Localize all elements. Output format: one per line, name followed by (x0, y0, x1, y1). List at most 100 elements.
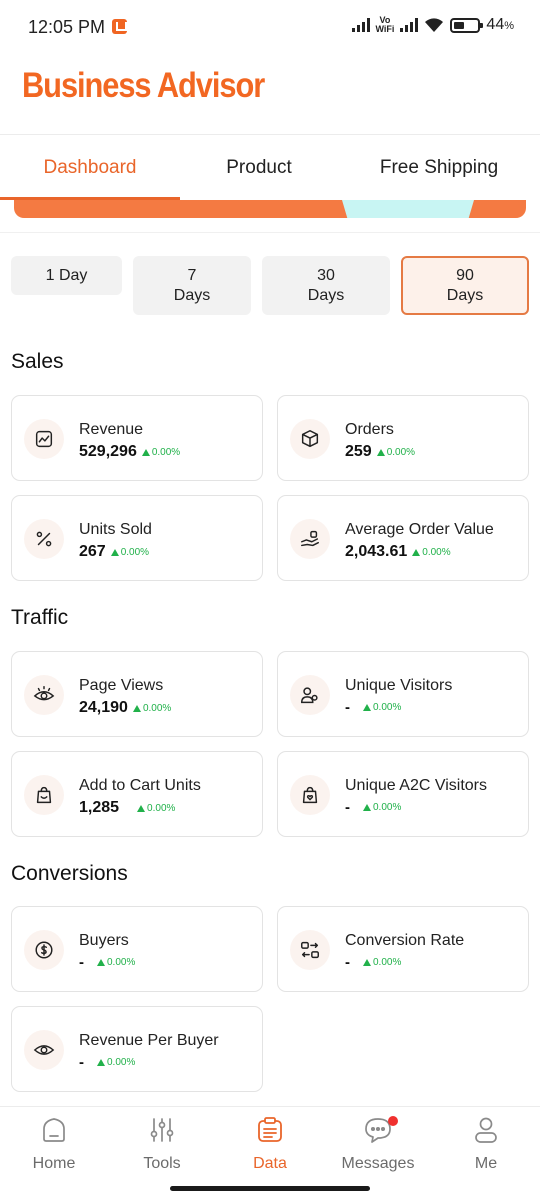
nav-tools[interactable]: Tools (117, 1115, 207, 1173)
period-30-days[interactable]: 30 Days (262, 256, 390, 315)
battery-icon (450, 17, 484, 33)
users-icon (290, 675, 330, 715)
banner-highlight (342, 200, 474, 218)
metric-label: Unique A2C Visitors (345, 777, 487, 794)
box-icon (290, 419, 330, 459)
period-90-days[interactable]: 90 Days (401, 256, 529, 315)
metric-change-value: 0.00% (107, 957, 136, 968)
metric-card-revenue[interactable]: Revenue 529,296 0.00% (11, 395, 263, 481)
metric-card-unique-a2c-visitors[interactable]: Unique A2C Visitors - 0.00% (277, 751, 529, 837)
period-7-days[interactable]: 7 Days (133, 256, 251, 315)
up-arrow-icon (137, 804, 146, 812)
vowifi-icon: Vo WiFi (376, 16, 395, 34)
period-unit: Days (307, 286, 345, 304)
metric-value: - (345, 954, 350, 971)
metric-change: 0.00% (363, 957, 401, 968)
up-arrow-icon (110, 548, 119, 556)
nav-label: Me (474, 1155, 498, 1172)
up-arrow-icon (97, 959, 105, 966)
up-arrow-icon (132, 704, 141, 712)
metric-value: 259 (345, 443, 372, 460)
nav-messages[interactable]: Messages (333, 1115, 423, 1173)
home-icon (43, 1118, 65, 1142)
battery-percent-symbol: % (504, 20, 514, 32)
metric-card-orders[interactable]: Orders 259 0.00% (277, 395, 529, 481)
up-arrow-icon (412, 548, 421, 556)
nav-me[interactable]: Me (441, 1115, 531, 1173)
revenue-chart-icon (24, 419, 64, 459)
metric-card-conversion-rate[interactable]: Conversion Rate - 0.00% (277, 906, 529, 992)
metric-change: 0.00% (363, 702, 401, 713)
notification-icon (112, 19, 127, 34)
period-1-day[interactable]: 1 Day (11, 256, 122, 295)
metric-label: Revenue (79, 421, 144, 438)
metric-card-page-views[interactable]: Page Views 24,190 0.00% (11, 651, 263, 737)
metric-value: 1,285 (79, 799, 120, 816)
period-label: 1 Day (45, 266, 88, 284)
section-title-traffic: Traffic (11, 606, 69, 629)
tab-bar: Dashboard Product Free Shipping (0, 135, 540, 200)
metric-change: 0.00% (141, 446, 181, 458)
metric-change-value: 0.00% (147, 802, 176, 814)
metric-card-units-sold[interactable]: Units Sold 267 0.00% (11, 495, 263, 581)
metric-change: 0.00% (97, 1057, 135, 1068)
period-number: 90 (456, 266, 474, 284)
metric-change-value: 0.00% (373, 702, 402, 713)
up-arrow-icon (97, 1059, 105, 1066)
person-icon (475, 1117, 497, 1143)
metric-label: Buyers (79, 932, 129, 949)
up-arrow-icon (376, 448, 385, 456)
battery-percent-value: 44 (486, 16, 505, 33)
metric-value: 529,296 (79, 443, 137, 460)
period-number: 30 (317, 266, 335, 284)
metric-change-value: 0.00% (422, 546, 451, 558)
metric-label: Orders (345, 421, 394, 438)
metric-card-unique-visitors[interactable]: Unique Visitors - 0.00% (277, 651, 529, 737)
dollar-icon (24, 930, 64, 970)
metric-change: 0.00% (132, 703, 171, 714)
tab-free-shipping[interactable]: Free Shipping (338, 135, 540, 200)
metric-label: Units Sold (79, 521, 152, 538)
notification-badge (388, 1116, 398, 1126)
metric-card-add-to-cart-units[interactable]: Add to Cart Units 1,285 0.00% (11, 751, 263, 837)
metric-card-buyers[interactable]: Buyers - 0.00% (11, 906, 263, 992)
metric-value: - (79, 954, 84, 971)
hand-coin-icon (290, 519, 330, 559)
metric-change: 0.00% (412, 546, 451, 558)
conversion-icon (290, 930, 330, 970)
metric-change-value: 0.00% (386, 446, 416, 458)
period-unit: Days (173, 286, 211, 304)
nav-label: Data (253, 1155, 287, 1172)
home-indicator (170, 1186, 370, 1191)
nav-data[interactable]: Data (225, 1115, 315, 1173)
nav-label: Tools (143, 1155, 181, 1172)
signal-icon (351, 18, 370, 32)
nav-home[interactable]: Home (9, 1115, 99, 1173)
promo-banner[interactable] (14, 200, 526, 218)
metric-card-revenue-per-buyer[interactable]: Revenue Per Buyer - 0.00% (11, 1006, 263, 1092)
metric-value: - (79, 1054, 84, 1071)
nav-label: Home (32, 1155, 76, 1172)
vowifi-bottom: WiFi (375, 24, 395, 34)
nav-label: Messages (341, 1155, 415, 1172)
metric-change: 0.00% (97, 957, 135, 968)
metric-label: Revenue Per Buyer (79, 1032, 219, 1049)
app-title: Business Advisor (22, 66, 265, 105)
metric-change: 0.00% (363, 802, 401, 813)
metric-change-value: 0.00% (151, 446, 181, 458)
eye-icon (24, 675, 64, 715)
data-clipboard-icon (258, 1117, 282, 1142)
metric-value: 2,043.61 (345, 543, 408, 560)
tab-dashboard[interactable]: Dashboard (0, 135, 180, 200)
up-arrow-icon (363, 959, 371, 966)
status-indicators: Vo WiFi 44% (351, 16, 514, 34)
section-title-conversions: Conversions (11, 862, 128, 885)
up-arrow-icon (363, 804, 371, 811)
metric-card-average-order-value[interactable]: Average Order Value 2,043.61 0.00% (277, 495, 529, 581)
metric-value: 24,190 (79, 699, 128, 716)
metric-value: 267 (79, 543, 106, 560)
metric-change: 0.00% (376, 446, 416, 458)
tab-product[interactable]: Product (180, 135, 338, 200)
metric-label: Average Order Value (345, 521, 494, 538)
up-arrow-icon (141, 448, 150, 456)
